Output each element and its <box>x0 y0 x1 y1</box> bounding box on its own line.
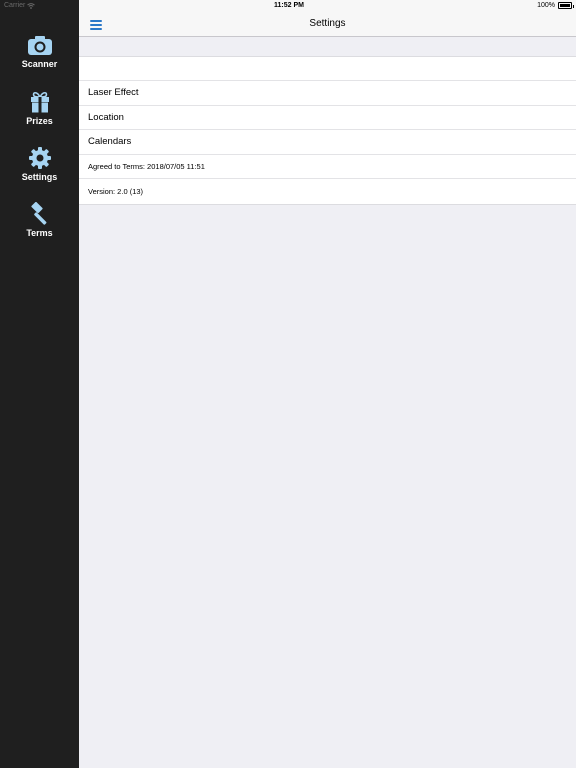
sidebar-item-label: Prizes <box>26 116 53 126</box>
sidebar-item-settings[interactable]: Settings <box>0 146 79 182</box>
gavel-icon <box>30 202 46 225</box>
nav-bar: Settings <box>79 12 576 37</box>
row-label: Laser Effect <box>88 87 139 99</box>
gear-icon <box>28 147 51 169</box>
status-time: 11:52 PM <box>274 2 304 9</box>
terms-agreed-row: Agreed to Terms: 2018/07/05 11:51 <box>79 155 576 180</box>
wifi-icon <box>27 2 36 9</box>
status-carrier: Carrier <box>4 2 36 9</box>
gift-icon <box>30 91 49 113</box>
camera-icon <box>27 36 52 55</box>
sidebar-item-label: Scanner <box>21 59 58 69</box>
version-row: Version: 2.0 (13) <box>79 179 576 204</box>
location-row[interactable]: Location <box>79 106 576 131</box>
page-title: Settings <box>309 18 346 29</box>
sidebar-item-scanner[interactable]: Scanner <box>0 33 79 69</box>
carrier-label: Carrier <box>4 2 26 9</box>
status-battery: 100% <box>537 2 574 9</box>
row-label: Agreed to Terms: 2018/07/05 11:51 <box>88 162 205 172</box>
sidebar: Carrier Scanner Prizes Settings Terms <box>0 0 79 768</box>
sidebar-item-terms[interactable]: Terms <box>0 202 79 238</box>
row-label: Location <box>88 111 124 123</box>
row-label: Version: 2.0 (13) <box>88 187 144 197</box>
row-label: Calendars <box>88 136 132 148</box>
battery-percent: 100% <box>537 2 555 9</box>
calendars-row[interactable]: Calendars <box>79 130 576 155</box>
sidebar-item-prizes[interactable]: Prizes <box>0 90 79 126</box>
blank-row <box>79 57 576 81</box>
status-bar: 11:52 PM 100% <box>79 0 576 12</box>
settings-table: Laser Effect Location Calendars Agreed t… <box>79 56 576 205</box>
laser-effect-row[interactable]: Laser Effect <box>79 81 576 106</box>
battery-icon <box>558 2 574 9</box>
sidebar-item-label: Terms <box>26 228 53 238</box>
sidebar-item-label: Settings <box>21 172 58 182</box>
